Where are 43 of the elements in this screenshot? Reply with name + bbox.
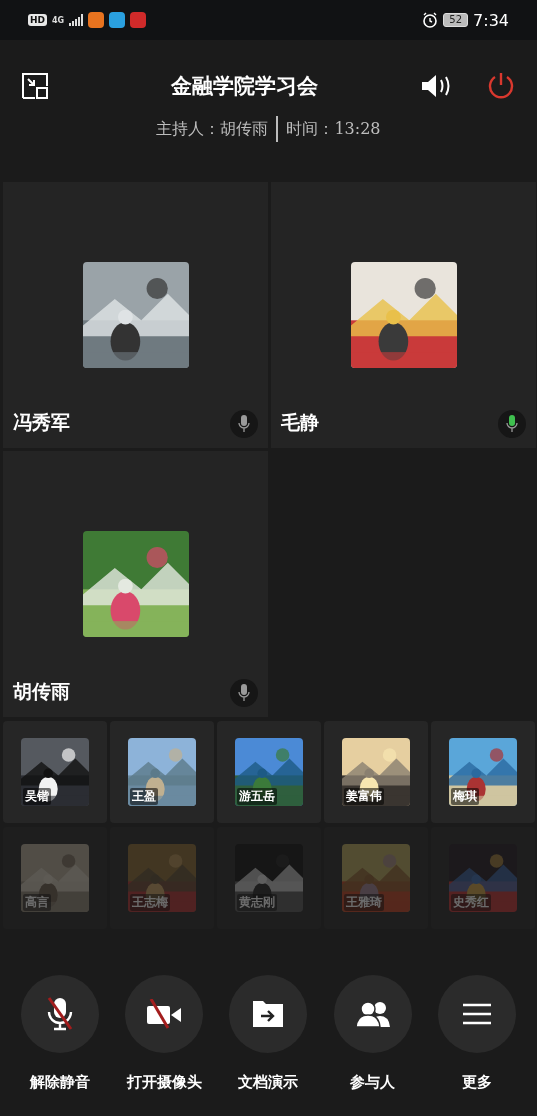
clock-time: 7:34 (473, 10, 509, 30)
battery-level: 52 (443, 13, 469, 27)
participant-name: 游五岳 (237, 788, 277, 805)
microphone-icon (238, 415, 250, 433)
menu-icon (462, 1003, 491, 1025)
folder-arrow-icon (252, 1000, 285, 1028)
participant-name: 王志梅 (130, 894, 170, 911)
app-icon (109, 12, 126, 28)
participant-name: 吴锴 (23, 788, 51, 805)
camera-muted-icon (146, 999, 183, 1029)
participant-name: 冯秀军 (13, 410, 70, 435)
participant-name: 王雅琦 (344, 894, 384, 911)
participant-thumbnail[interactable]: 梅琪 (431, 721, 535, 823)
video-tile[interactable]: 毛静 (271, 182, 536, 448)
power-button[interactable] (487, 72, 515, 100)
participant-name: 高言 (23, 894, 51, 911)
alarm-icon (422, 12, 439, 28)
participant-name: 王盈 (130, 788, 158, 805)
participant-thumbnail[interactable]: 游五岳 (217, 721, 321, 823)
participant-name: 黄志刚 (237, 894, 277, 911)
network-type: 4G (52, 15, 65, 25)
video-tile[interactable]: 冯秀军 (3, 182, 268, 448)
participant-thumbnail[interactable]: 吴锴 (3, 721, 107, 823)
app-icon (130, 12, 147, 28)
microphone-muted-icon (46, 996, 75, 1032)
video-tile[interactable]: 胡传雨 (3, 451, 268, 717)
microphone-icon (506, 415, 518, 433)
minimize-button[interactable] (22, 73, 48, 99)
participant-name: 毛静 (281, 410, 319, 435)
participant-name: 胡传雨 (13, 679, 70, 704)
microphone-icon (238, 684, 250, 702)
host-label: 主持人：胡传雨 (156, 118, 269, 140)
meeting-title: 金融学院学习会 (170, 72, 319, 100)
signal-icon (69, 14, 84, 26)
participant-name: 姜富伟 (344, 788, 384, 805)
hd-icon: HD (28, 14, 47, 26)
people-icon (354, 1001, 391, 1027)
participant-name: 梅琪 (451, 788, 479, 805)
time-label: 时间：13:28 (286, 118, 381, 140)
app-icon (88, 12, 105, 28)
participant-thumbnail[interactable]: 姜富伟 (324, 721, 428, 823)
participant-thumbnail[interactable]: 王盈 (110, 721, 214, 823)
participant-name: 史秀红 (451, 894, 491, 911)
